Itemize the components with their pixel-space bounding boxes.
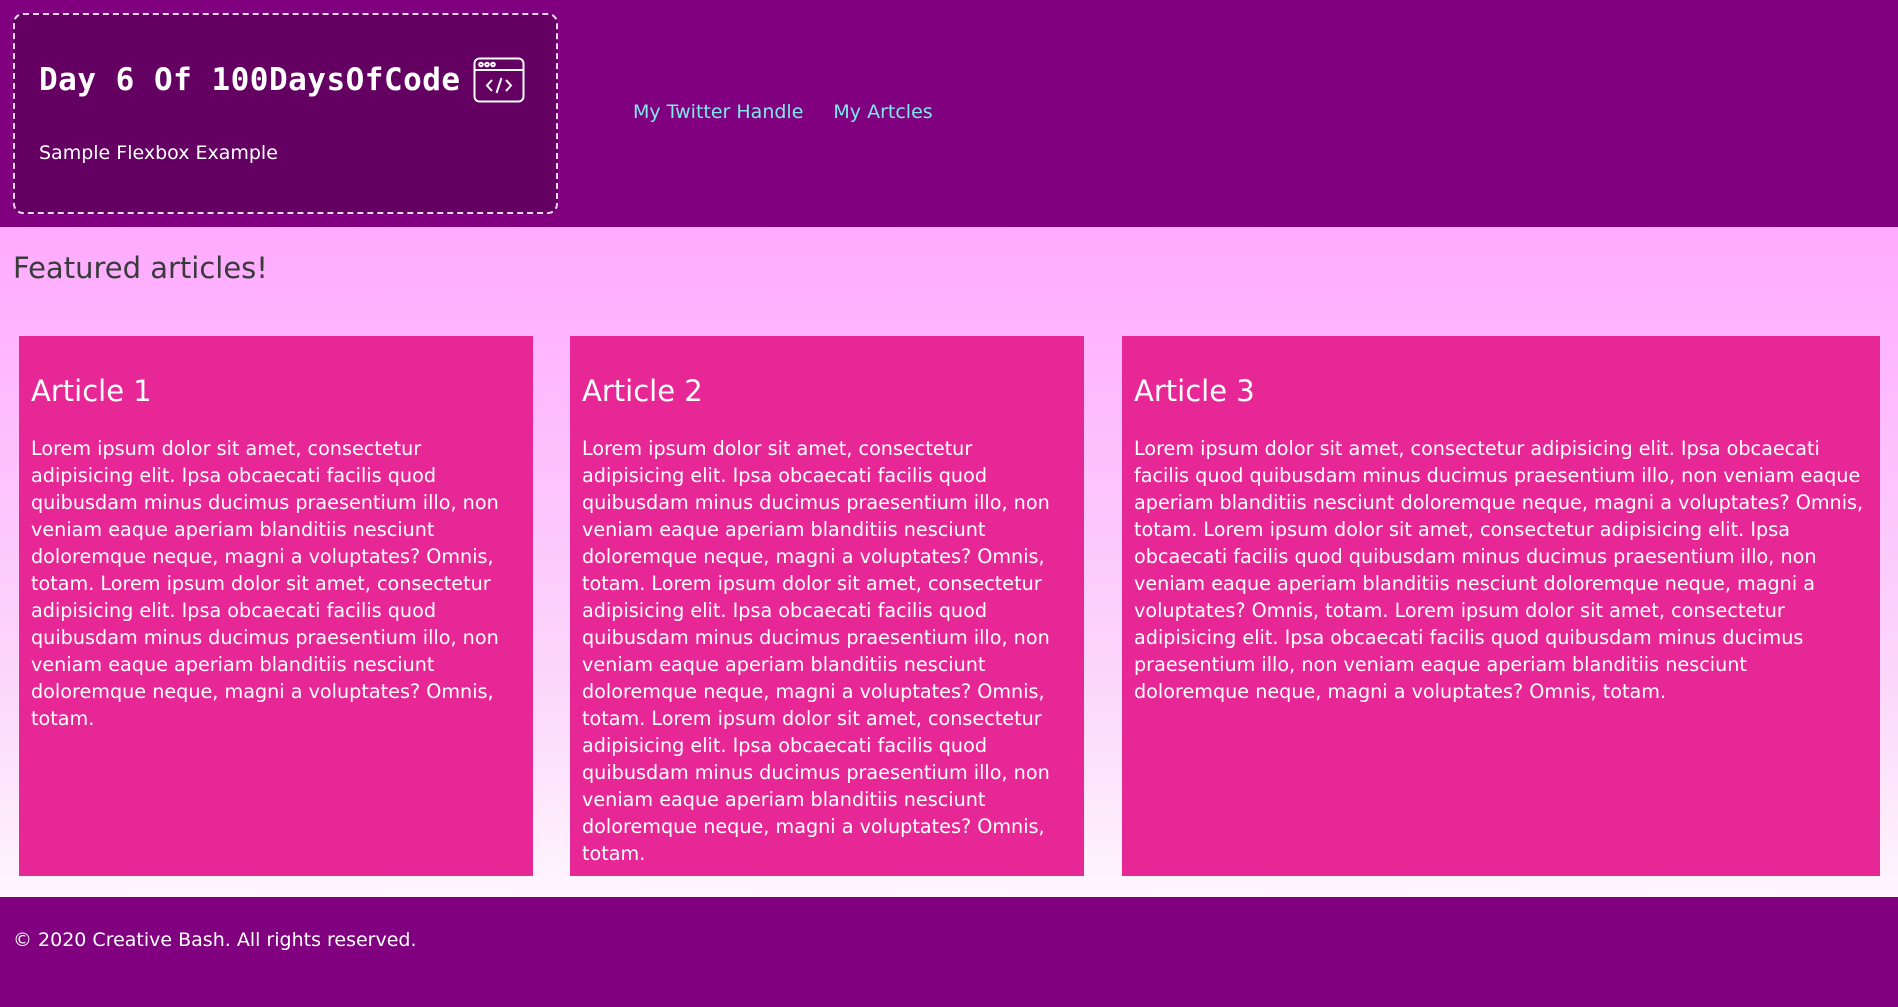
article-title: Article 3 [1134,374,1255,408]
main-nav: My Twitter Handle My Artcles [633,101,933,123]
site-header: Day 6 Of 100DaysOfCode Sample Flexbox Ex… [0,0,1898,227]
brand-title-row: Day 6 Of 100DaysOfCode [39,57,525,103]
nav-link-twitter[interactable]: My Twitter Handle [633,101,803,123]
article-card-3: Article 3 Lorem ipsum dolor sit amet, co… [1122,336,1880,876]
site-subtitle: Sample Flexbox Example [39,142,278,164]
article-body: Lorem ipsum dolor sit amet, consectetur … [582,437,1050,865]
article-title: Article 2 [582,374,703,408]
article-title: Article 1 [31,374,152,408]
article-body: Lorem ipsum dolor sit amet, consectetur … [31,437,499,730]
article-card-1: Article 1 Lorem ipsum dolor sit amet, co… [19,336,533,876]
main-content: Featured articles! Article 1 Lorem ipsum… [0,227,1898,897]
article-card-2: Article 2 Lorem ipsum dolor sit amet, co… [570,336,1084,876]
nav-link-articles[interactable]: My Artcles [833,101,932,123]
code-window-icon [473,57,525,103]
site-footer: © 2020 Creative Bash. All rights reserve… [0,897,1898,1007]
copyright-text: © 2020 Creative Bash. All rights reserve… [13,929,417,951]
featured-heading: Featured articles! [13,251,268,285]
site-title: Day 6 Of 100DaysOfCode [39,62,461,98]
brand-box: Day 6 Of 100DaysOfCode Sample Flexbox Ex… [13,13,558,214]
article-body: Lorem ipsum dolor sit amet, consectetur … [1134,437,1864,703]
